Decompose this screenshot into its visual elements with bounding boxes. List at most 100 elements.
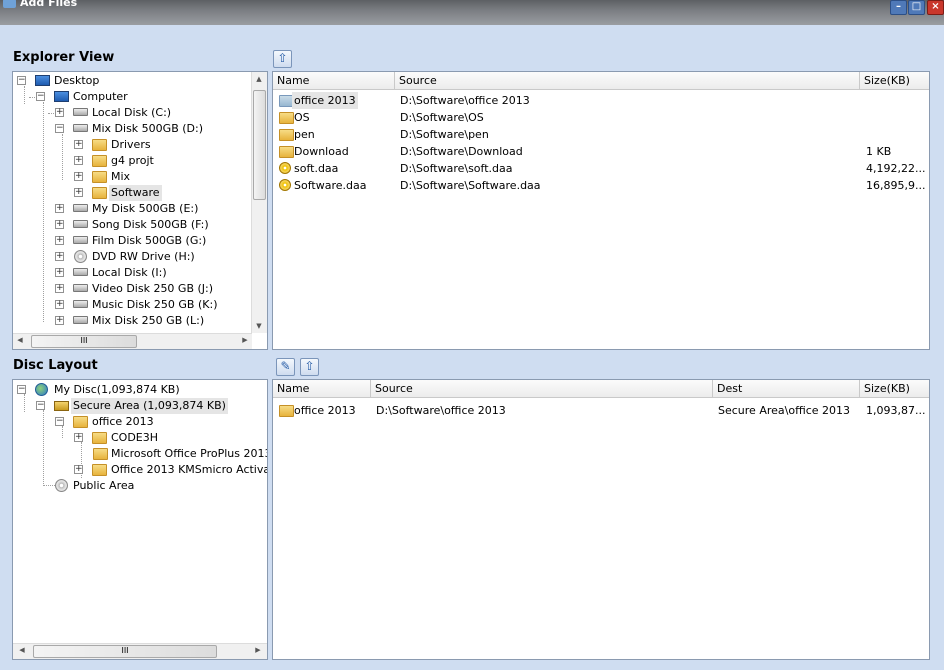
- tree-label: Film Disk 500GB (G:): [92, 234, 207, 247]
- file-row[interactable]: office 2013 D:\Software\office 2013 Secu…: [273, 402, 929, 419]
- file-size: 1 KB: [866, 145, 892, 158]
- scroll-up-arrow-icon[interactable]: ▲: [252, 75, 266, 83]
- tree-label: My Disk 500GB (E:): [92, 202, 199, 215]
- window-title: Add Files: [20, 0, 78, 9]
- file-source: D:\Software\Software.daa: [400, 179, 541, 192]
- folder-icon: [92, 464, 107, 476]
- scroll-right-arrow-icon[interactable]: ▶: [251, 646, 265, 654]
- collapse-icon[interactable]: −: [36, 401, 45, 410]
- tree-label: Video Disk 250 GB (J:): [92, 282, 214, 295]
- title-bar: Add Files – □ ×: [0, 0, 944, 25]
- file-row[interactable]: Software.daa D:\Software\Software.daa 16…: [273, 177, 929, 194]
- tree-label: Song Disk 500GB (F:): [92, 218, 209, 231]
- scroll-right-arrow-icon[interactable]: ▶: [238, 336, 252, 344]
- scroll-left-arrow-icon[interactable]: ◀: [15, 646, 29, 654]
- folder-icon: [279, 405, 294, 417]
- column-dest-header[interactable]: Dest: [713, 380, 860, 397]
- expand-icon[interactable]: +: [55, 108, 64, 117]
- expand-icon[interactable]: +: [55, 236, 64, 245]
- file-name: Download: [294, 145, 349, 158]
- tree-label: Public Area: [73, 479, 135, 492]
- up-arrow-icon: ⇧: [304, 359, 315, 373]
- column-name-header[interactable]: Name: [273, 380, 371, 397]
- file-name: office 2013: [294, 404, 356, 417]
- tree-label: Drivers: [111, 138, 151, 151]
- scroll-thumb[interactable]: III: [31, 335, 137, 348]
- file-row[interactable]: Download D:\Software\Download 1 KB: [273, 143, 929, 160]
- file-name: OS: [294, 111, 310, 124]
- new-folder-button[interactable]: ✎: [276, 358, 295, 376]
- expand-icon[interactable]: +: [55, 316, 64, 325]
- collapse-icon[interactable]: −: [17, 76, 26, 85]
- drive-icon: [73, 268, 88, 276]
- daa-icon: [279, 179, 291, 191]
- file-list-header: Name Source Size(KB): [273, 72, 929, 90]
- tree-label: Computer: [73, 90, 128, 103]
- expand-icon[interactable]: +: [74, 156, 83, 165]
- tree-horizontal-scrollbar[interactable]: ◀ III ▶: [13, 333, 252, 349]
- folder-icon: [92, 171, 107, 183]
- tree-label: Software: [109, 185, 162, 201]
- collapse-icon[interactable]: −: [17, 385, 26, 394]
- file-source: D:\Software\Download: [400, 145, 523, 158]
- file-row[interactable]: OS D:\Software\OS: [273, 109, 929, 126]
- column-name-header[interactable]: Name: [273, 72, 395, 89]
- collapse-icon[interactable]: −: [55, 417, 64, 426]
- folder-icon: [93, 448, 108, 460]
- expand-icon[interactable]: +: [74, 433, 83, 442]
- file-row[interactable]: pen D:\Software\pen: [273, 126, 929, 143]
- expand-icon[interactable]: +: [55, 220, 64, 229]
- expand-icon[interactable]: +: [55, 268, 64, 277]
- explorer-tree-panel[interactable]: − Desktop − Computer + Local Disk (C:) −…: [12, 71, 268, 350]
- layout-up-folder-button[interactable]: ⇧: [300, 358, 319, 376]
- disc-icon: [55, 479, 68, 492]
- column-source-header[interactable]: Source: [371, 380, 713, 397]
- expand-icon[interactable]: +: [55, 204, 64, 213]
- minimize-button[interactable]: –: [890, 0, 907, 15]
- collapse-icon[interactable]: −: [36, 92, 45, 101]
- expand-icon[interactable]: +: [74, 140, 83, 149]
- tree-label: Secure Area (1,093,874 KB): [71, 398, 228, 414]
- tree-label: Music Disk 250 GB (K:): [92, 298, 218, 311]
- scroll-down-arrow-icon[interactable]: ▼: [252, 322, 266, 330]
- file-row[interactable]: soft.daa D:\Software\soft.daa 4,192,22..…: [273, 160, 929, 177]
- close-button[interactable]: ×: [927, 0, 944, 15]
- tree-label: DVD RW Drive (H:): [92, 250, 195, 263]
- maximize-button[interactable]: □: [908, 0, 925, 15]
- tree-label: Local Disk (C:): [92, 106, 172, 119]
- file-row[interactable]: office 2013 D:\Software\office 2013: [273, 92, 929, 109]
- drive-icon: [73, 236, 88, 244]
- expand-icon[interactable]: +: [55, 284, 64, 293]
- app-icon: [3, 0, 16, 8]
- expand-icon[interactable]: +: [74, 465, 83, 474]
- file-size: 16,895,9...: [866, 179, 926, 192]
- explorer-file-list[interactable]: Name Source Size(KB) office 2013 D:\Soft…: [272, 71, 930, 350]
- column-size-header[interactable]: Size(KB): [860, 380, 929, 397]
- drive-icon: [73, 284, 88, 292]
- tree-label: office 2013: [92, 415, 154, 428]
- folder-icon: [279, 112, 294, 124]
- globe-icon: [35, 383, 48, 396]
- column-source-header[interactable]: Source: [395, 72, 860, 89]
- folder-icon: [92, 187, 107, 199]
- expand-icon[interactable]: +: [74, 172, 83, 181]
- tree-label: Mix Disk 250 GB (L:): [92, 314, 205, 327]
- disc-tree-horizontal-scrollbar[interactable]: ◀ III ▶: [13, 643, 267, 659]
- collapse-icon[interactable]: −: [55, 124, 64, 133]
- disc-tree-panel[interactable]: − My Disc(1,093,874 KB) − Secure Area (1…: [12, 379, 268, 660]
- scroll-thumb[interactable]: III: [33, 645, 217, 658]
- computer-icon: [54, 91, 69, 102]
- expand-icon[interactable]: +: [55, 252, 64, 261]
- file-name: office 2013: [292, 92, 358, 109]
- expand-icon[interactable]: +: [74, 188, 83, 197]
- up-folder-button[interactable]: ⇧: [273, 50, 292, 68]
- scroll-thumb[interactable]: [253, 90, 266, 200]
- disc-file-list[interactable]: Name Source Dest Size(KB) office 2013 D:…: [272, 379, 930, 660]
- drive-icon: [73, 108, 88, 116]
- expand-icon[interactable]: +: [55, 300, 64, 309]
- column-size-header[interactable]: Size(KB): [860, 72, 929, 89]
- new-folder-icon: ✎: [280, 359, 291, 373]
- scroll-left-arrow-icon[interactable]: ◀: [13, 336, 27, 344]
- file-name: soft.daa: [294, 162, 339, 175]
- tree-vertical-scrollbar[interactable]: ▲ ▼: [251, 72, 267, 333]
